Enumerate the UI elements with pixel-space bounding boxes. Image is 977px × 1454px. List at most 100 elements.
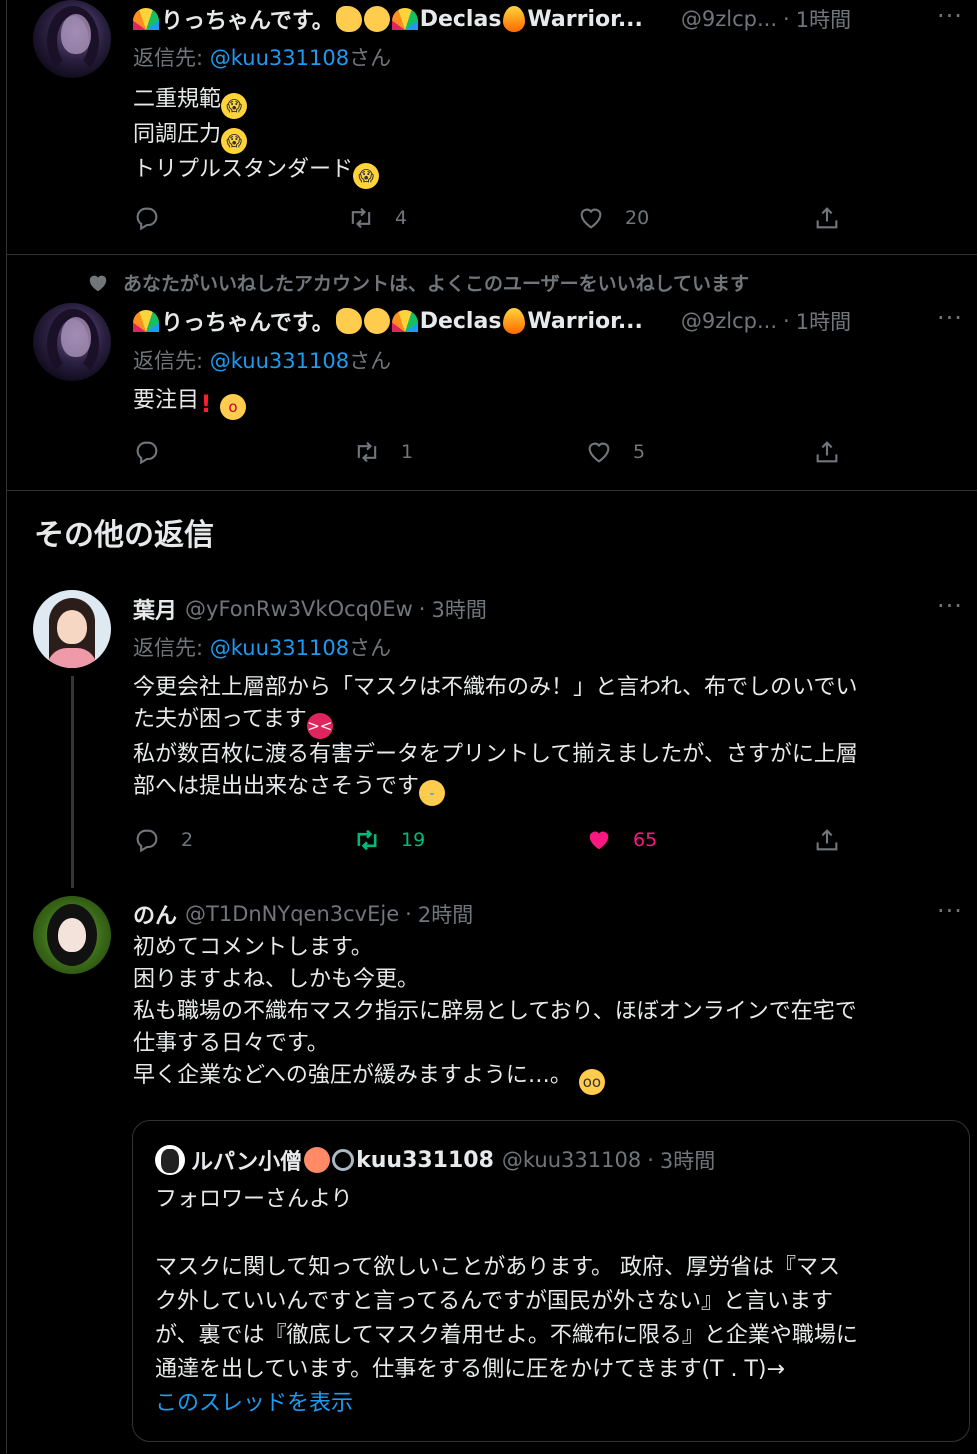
- share-icon: [816, 207, 838, 229]
- muscle-emoji-icon: [335, 6, 362, 32]
- more-icon[interactable]: ···: [933, 2, 967, 30]
- handle[interactable]: @T1DnNYqen3cvEje: [185, 902, 399, 926]
- timestamp[interactable]: 1時間: [796, 306, 851, 336]
- more-icon[interactable]: ···: [933, 897, 967, 925]
- more-icon[interactable]: ···: [933, 304, 967, 332]
- social-context: あなたがいいねしたアカウントは、よくこのユーザーをいいねしています: [7, 269, 749, 296]
- quoted-timestamp: 3時間: [659, 1149, 716, 1173]
- separator-dot: ·: [783, 7, 790, 31]
- share-icon: [816, 829, 838, 851]
- like-button[interactable]: 65: [585, 820, 657, 860]
- retweet-button[interactable]: 1: [353, 432, 413, 472]
- retweet-count: 4: [395, 207, 408, 229]
- reply-button[interactable]: 2: [133, 820, 193, 860]
- tweet-header: りっちゃんです。 Declas Warrior... @9zlcp... · 1…: [133, 4, 851, 34]
- retweet-icon: [357, 829, 377, 851]
- tweet-text: 二重規範 😱 同調圧力 😱 トリプルスタンダード 😱: [133, 84, 380, 189]
- reply-count: 2: [181, 829, 194, 851]
- more-icon[interactable]: ···: [933, 592, 967, 620]
- scream-emoji-icon: 😱: [353, 163, 380, 189]
- timestamp[interactable]: 1時間: [796, 4, 851, 34]
- timestamp[interactable]: 2時間: [418, 899, 473, 929]
- heart-context-icon: [89, 275, 107, 291]
- like-icon: [589, 831, 609, 850]
- section-title: その他の返信: [34, 518, 214, 553]
- reply-icon: [136, 207, 158, 231]
- scream-emoji-icon: 😱: [221, 128, 248, 154]
- handle[interactable]: @9zlcp...: [681, 7, 777, 31]
- flushed-emoji-icon: o: [220, 394, 247, 420]
- eye-roll-emoji-icon: oo: [578, 1069, 605, 1095]
- mention-link[interactable]: @kuu331108: [210, 46, 349, 70]
- tweet-header: のん @T1DnNYqen3cvEje · 2時間: [133, 899, 473, 929]
- share-button[interactable]: [813, 432, 841, 472]
- display-name[interactable]: りっちゃんです。 Declas Warrior...: [133, 305, 643, 337]
- separator-dot: ·: [418, 597, 426, 621]
- fire-emoji-icon: [503, 6, 526, 32]
- like-button[interactable]: 5: [585, 432, 645, 472]
- retweet-button[interactable]: 4: [347, 198, 407, 238]
- show-thread-link[interactable]: このスレッドを表示: [155, 1387, 858, 1421]
- quoted-tweet[interactable]: ルパン小僧 kuu331108 @kuu331108 · 3時間 フォロワーさん…: [132, 1120, 970, 1442]
- rainbow-emoji-icon: [133, 8, 159, 30]
- reply-button[interactable]: [133, 198, 161, 238]
- laughing-emoji-icon: [363, 308, 390, 334]
- tweet-header: りっちゃんです。 Declas Warrior... @9zlcp... · 1…: [133, 306, 851, 336]
- like-count: 65: [633, 829, 658, 851]
- avatar[interactable]: [33, 896, 111, 974]
- divider: [7, 490, 977, 491]
- handle[interactable]: @9zlcp...: [681, 309, 777, 333]
- share-button[interactable]: [813, 198, 841, 238]
- avatar[interactable]: [33, 590, 111, 668]
- rainbow-emoji-icon: [391, 8, 418, 30]
- separator-dot: ·: [405, 902, 412, 926]
- retweet-button[interactable]: 19: [353, 820, 425, 860]
- quoted-handle: @kuu331108: [501, 1148, 642, 1172]
- reply-context: 返信先: @kuu331108さん: [133, 46, 392, 70]
- scream-emoji-icon: 😱: [221, 93, 248, 119]
- quoted-display-name: ルパン小僧 kuu331108: [191, 1147, 494, 1175]
- retweet-count: 19: [401, 829, 426, 851]
- like-count: 5: [633, 441, 646, 463]
- display-name[interactable]: のん: [133, 898, 177, 930]
- like-button[interactable]: 20: [577, 198, 649, 238]
- reply-icon: [136, 441, 158, 465]
- timestamp[interactable]: 3時間: [431, 594, 486, 624]
- quoted-tweet-text: フォロワーさんより マスクに関して知って欲しいことがあります。 政府、厚労省は『…: [155, 1183, 858, 1421]
- retweet-icon: [351, 207, 371, 229]
- ring-emoji-icon: [332, 1149, 355, 1171]
- tweet[interactable]: りっちゃんです。 Declas Warrior... @9zlcp... · 1…: [7, 0, 977, 254]
- muscle-emoji-icon: [335, 308, 362, 334]
- laughing-emoji-icon: [363, 6, 390, 32]
- peach-emoji-icon: [304, 1147, 331, 1173]
- angry-emoji-icon: ><: [306, 713, 333, 739]
- tweet[interactable]: 葉月 @yFonRw3VkOcq0Ew · 3時間 ··· 返信先: @kuu3…: [7, 590, 977, 890]
- avatar[interactable]: [33, 0, 111, 78]
- tweet[interactable]: あなたがいいねしたアカウントは、よくこのユーザーをいいねしています りっちゃんで…: [7, 255, 977, 490]
- mention-link[interactable]: @kuu331108: [210, 349, 349, 373]
- like-count: 20: [625, 207, 650, 229]
- share-icon: [816, 441, 838, 463]
- reply-context: 返信先: @kuu331108さん: [133, 349, 392, 373]
- timeline: りっちゃんです。 Declas Warrior... @9zlcp... · 1…: [0, 0, 977, 1454]
- display-name[interactable]: 葉月: [133, 593, 177, 625]
- separator-dot: ·: [647, 1148, 654, 1172]
- quoted-tweet-header: ルパン小僧 kuu331108 @kuu331108 · 3時間: [155, 1145, 715, 1175]
- rainbow-emoji-icon: [133, 310, 159, 332]
- retweet-icon: [357, 441, 377, 463]
- sweat-emoji-icon: -: [419, 780, 446, 806]
- share-button[interactable]: [813, 820, 841, 860]
- tweet-text: 要注目! o: [133, 385, 247, 420]
- avatar[interactable]: [33, 303, 111, 381]
- tweet-actions: 2 19 65: [133, 820, 853, 860]
- reply-button[interactable]: [133, 432, 161, 472]
- display-name[interactable]: りっちゃんです。 Declas Warrior...: [133, 3, 643, 35]
- handle[interactable]: @yFonRw3VkOcq0Ew: [185, 597, 413, 621]
- mention-link[interactable]: @kuu331108: [210, 636, 349, 660]
- rainbow-emoji-icon: [391, 310, 418, 332]
- like-icon: [588, 442, 610, 463]
- retweet-count: 1: [401, 441, 414, 463]
- tweet-text: 初めてコメントします。 困りますよね、しかも今更。 私も職場の不織布マスク指示に…: [133, 932, 857, 1095]
- exclamation-emoji-icon: !: [200, 390, 212, 418]
- tweet-text: 今更会社上層部から「マスクは不織布のみ！」と言われ、布でしのいでい た夫が困って…: [133, 672, 858, 806]
